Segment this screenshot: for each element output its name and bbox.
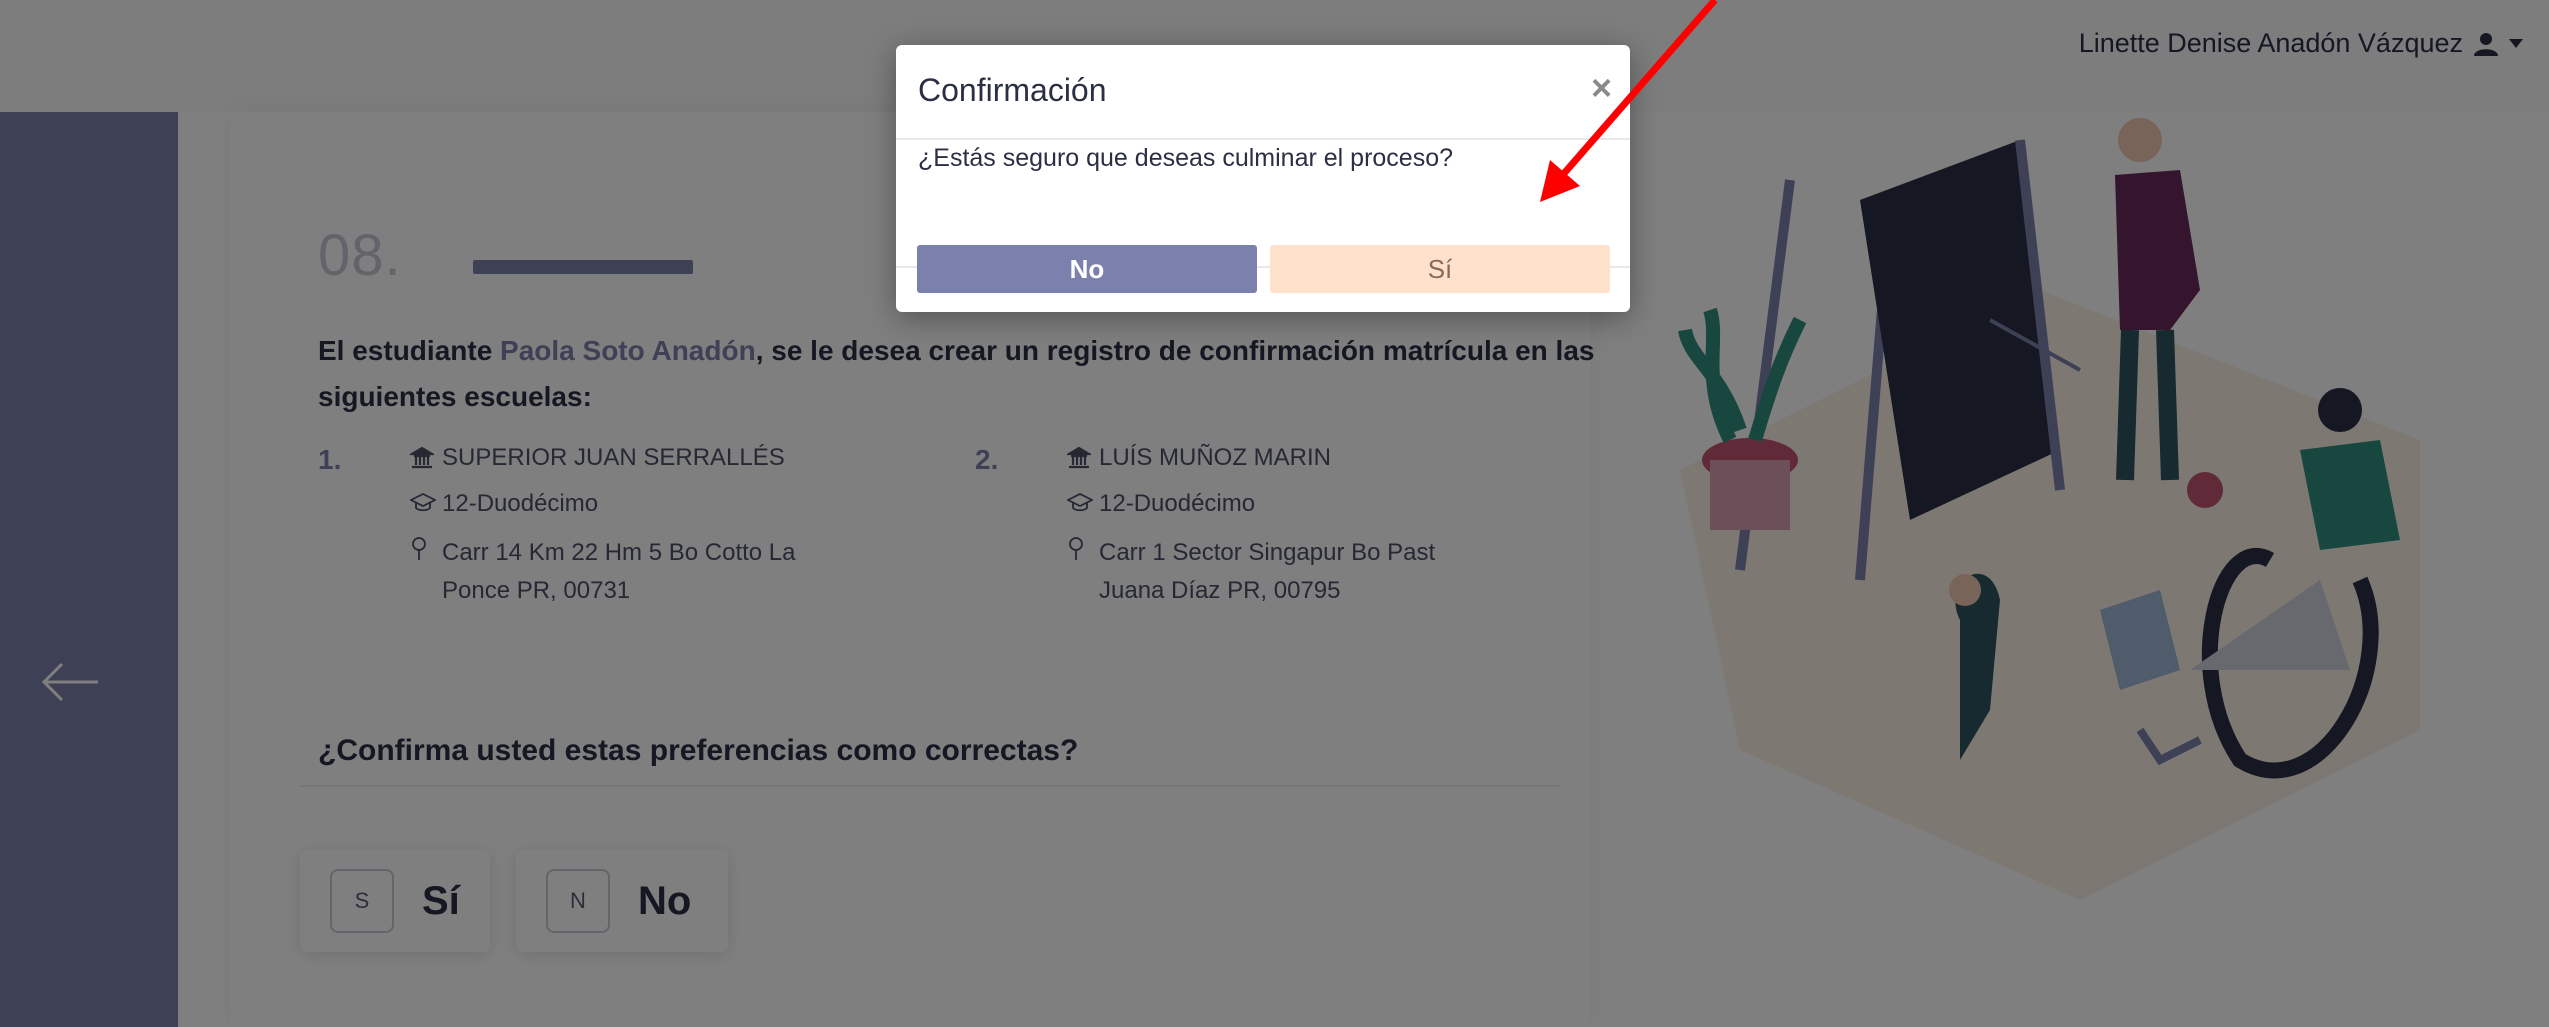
dialog-message: ¿Estás seguro que deseas culminar el pro… bbox=[918, 144, 1454, 172]
annotation-arrow-icon bbox=[1540, 0, 1718, 202]
no-button[interactable]: No bbox=[917, 245, 1257, 293]
yes-button[interactable]: Sí bbox=[1270, 245, 1610, 293]
dialog-title: Confirmación bbox=[918, 72, 1107, 108]
